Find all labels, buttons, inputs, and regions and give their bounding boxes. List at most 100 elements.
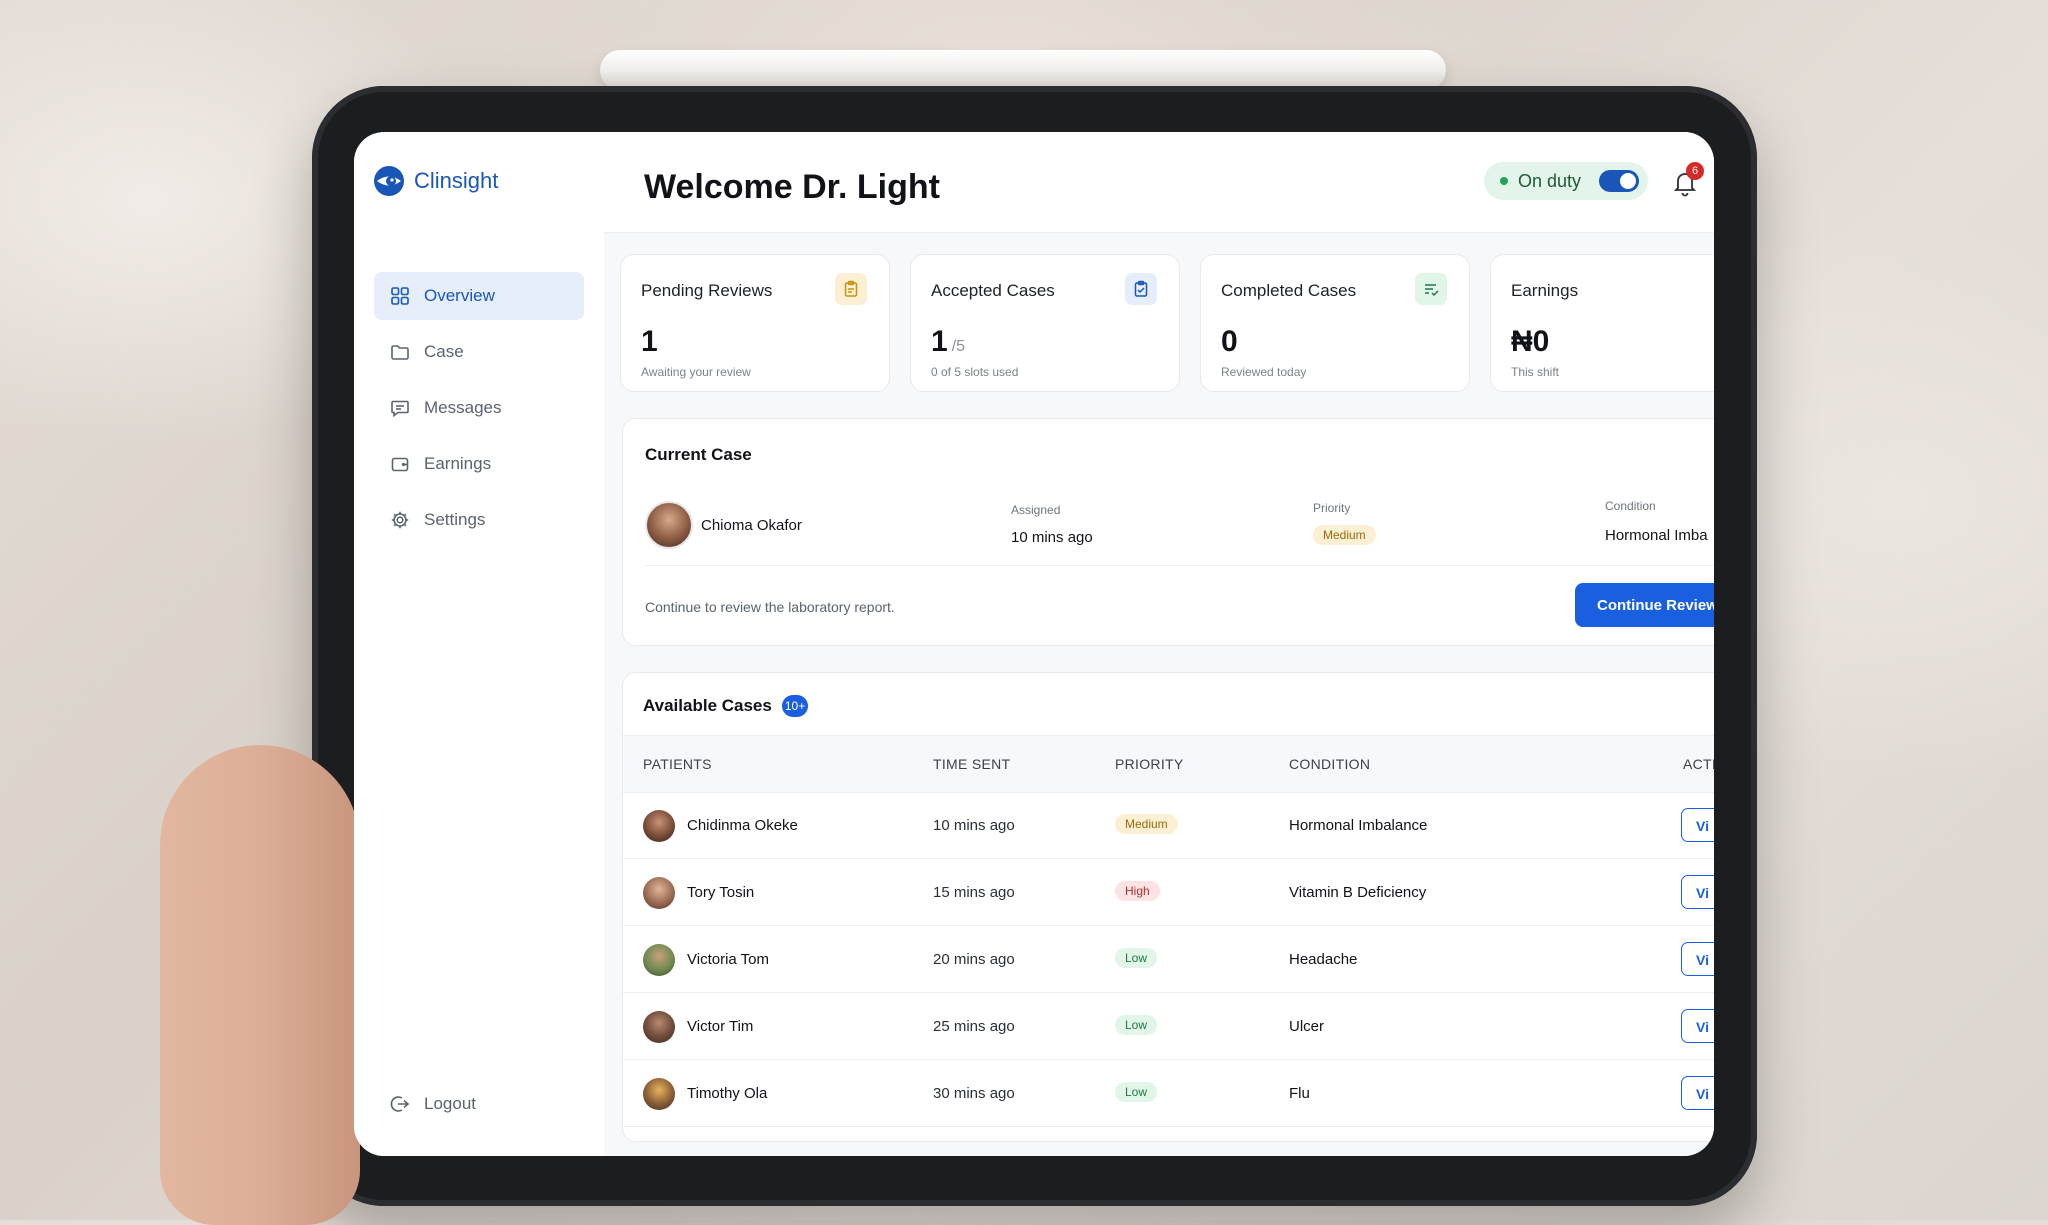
stat-subtext: Awaiting your review: [641, 365, 751, 379]
sidebar-item-label: Overview: [424, 286, 495, 305]
stat-card-accepted-cases[interactable]: Accepted Cases 1/5 0 of 5 slots used: [910, 254, 1180, 392]
sidebar-item-label: Case: [424, 342, 464, 361]
avatar: [643, 1011, 675, 1043]
notification-badge: 6: [1686, 162, 1704, 180]
view-button[interactable]: Vi: [1681, 808, 1714, 842]
avatar: [643, 810, 675, 842]
table-row[interactable]: Victor Tim 25 mins ago Low Ulcer Vi: [623, 993, 1714, 1060]
priority-cell: Low: [1115, 948, 1158, 968]
sidebar-item-overview[interactable]: Overview: [374, 272, 584, 320]
page-title: Welcome Dr. Light: [644, 168, 940, 206]
sidebar-item-messages[interactable]: Messages: [374, 384, 584, 432]
current-patient-name: Chioma Okafor: [701, 517, 802, 534]
main-content: Welcome Dr. Light On duty 6 Pending Revi…: [604, 132, 1714, 1156]
avatar: [643, 1078, 675, 1110]
status-badge: Medium: [1313, 525, 1376, 545]
view-button[interactable]: Vi: [1681, 942, 1714, 976]
sidebar-item-earnings[interactable]: Earnings: [374, 440, 584, 488]
logout-label: Logout: [424, 1094, 476, 1113]
time-sent: 20 mins ago: [933, 951, 1015, 968]
assigned-value: 10 mins ago: [1011, 529, 1093, 546]
avatar: [643, 944, 675, 976]
toggle-switch[interactable]: [1599, 170, 1640, 192]
view-button[interactable]: Vi: [1681, 875, 1714, 909]
divider: [645, 565, 1714, 566]
stylus-pencil: [600, 50, 1446, 90]
stat-label: Earnings: [1511, 281, 1579, 300]
gear-icon: [391, 511, 409, 529]
stat-label: Completed Cases: [1221, 281, 1357, 300]
logout-button[interactable]: Logout: [390, 1094, 476, 1114]
patient-name: Victoria Tom: [687, 951, 769, 968]
stat-card-completed-cases[interactable]: Completed Cases 0 Reviewed today: [1200, 254, 1470, 392]
app-screen: Clinsight Overview Case Messages Earning…: [354, 132, 1714, 1156]
patient-name: Tory Tosin: [687, 884, 755, 901]
avatar: [643, 877, 675, 909]
current-case-note: Continue to review the laboratory report…: [645, 599, 895, 615]
condition: Flu: [1289, 1085, 1310, 1102]
assigned-label: Assigned: [1011, 503, 1061, 517]
condition-label: Condition: [1605, 499, 1656, 513]
stat-cards: Pending Reviews 1 Awaiting your review A…: [620, 254, 1714, 392]
folder-icon: [391, 345, 409, 360]
stat-subtext: 0 of 5 slots used: [931, 365, 1019, 379]
stat-value: 1/5: [931, 325, 965, 359]
grid-icon: [391, 287, 409, 305]
time-sent: 10 mins ago: [933, 817, 1015, 834]
patient-name: Chidinma Okeke: [687, 817, 798, 834]
stat-subtext: This shift: [1511, 365, 1560, 379]
list-check-icon: [1415, 273, 1447, 305]
brand-logo[interactable]: Clinsight: [372, 164, 498, 198]
patient-name: Victor Tim: [687, 1018, 754, 1035]
priority-cell: Low: [1115, 1082, 1158, 1102]
stat-value: ₦0: [1511, 325, 1550, 358]
table-row[interactable]: Tory Tosin 15 mins ago High Vitamin B De…: [623, 859, 1714, 926]
sidebar-item-settings[interactable]: Settings: [374, 496, 584, 544]
eye-logo-icon: [374, 166, 404, 196]
priority-label: Priority: [1313, 501, 1351, 515]
stat-subtext: Reviewed today: [1221, 365, 1307, 379]
duty-label: On duty: [1518, 170, 1582, 191]
column-header: TIME SENT: [933, 756, 1011, 772]
avatar: [645, 501, 693, 549]
current-case-card: Current Case Chioma Okafor Assigned 10 m…: [622, 418, 1714, 646]
duty-toggle[interactable]: On duty: [1484, 162, 1648, 200]
table-row[interactable]: Victoria Tom 20 mins ago Low Headache Vi: [623, 926, 1714, 993]
table-row[interactable]: Timothy Ola 30 mins ago Low Flu Vi: [623, 1060, 1714, 1127]
message-icon: [391, 400, 409, 418]
current-case-title: Current Case: [645, 445, 752, 464]
priority-cell: Low: [1115, 1015, 1158, 1035]
view-button[interactable]: Vi: [1681, 1076, 1714, 1110]
stat-value: 0: [1221, 325, 1238, 358]
stat-value: 1: [641, 325, 658, 358]
status-badge: Low: [1115, 948, 1158, 968]
view-button[interactable]: Vi: [1681, 1009, 1714, 1043]
continue-review-button[interactable]: Continue Review: [1575, 583, 1714, 627]
wallet-icon: [391, 457, 409, 472]
status-badge: Low: [1115, 1015, 1158, 1035]
time-sent: 25 mins ago: [933, 1018, 1015, 1035]
stat-card-earnings[interactable]: Earnings ₦0 This shift: [1490, 254, 1714, 392]
table-row[interactable]: Chidinma Okeke 10 mins ago Medium Hormon…: [623, 792, 1714, 859]
condition: Vitamin B Deficiency: [1289, 884, 1427, 901]
condition: Headache: [1289, 951, 1358, 968]
logout-icon: [390, 1096, 410, 1112]
sidebar: Clinsight Overview Case Messages Earning…: [354, 132, 605, 1156]
condition: Hormonal Imbalance: [1289, 817, 1428, 834]
status-dot-icon: [1500, 177, 1508, 185]
stat-number: 1: [931, 325, 948, 358]
brand-name: Clinsight: [414, 168, 499, 193]
column-header: CONDITION: [1289, 756, 1371, 772]
sidebar-item-label: Settings: [424, 510, 486, 529]
patient-name: Timothy Ola: [687, 1085, 768, 1102]
priority-cell: Medium: [1313, 525, 1376, 545]
sidebar-item-label: Earnings: [424, 454, 492, 473]
column-header: PATIENTS: [643, 756, 712, 772]
column-header: ACTI: [1683, 756, 1714, 772]
stat-card-pending-reviews[interactable]: Pending Reviews 1 Awaiting your review: [620, 254, 890, 392]
clipboard-check-icon: [1125, 273, 1157, 305]
table-header: PATIENTS TIME SENT PRIORITY CONDITION AC…: [623, 735, 1714, 793]
status-badge: Low: [1115, 1082, 1158, 1102]
sidebar-item-case[interactable]: Case: [374, 328, 584, 376]
holding-thumb: [160, 745, 360, 1225]
